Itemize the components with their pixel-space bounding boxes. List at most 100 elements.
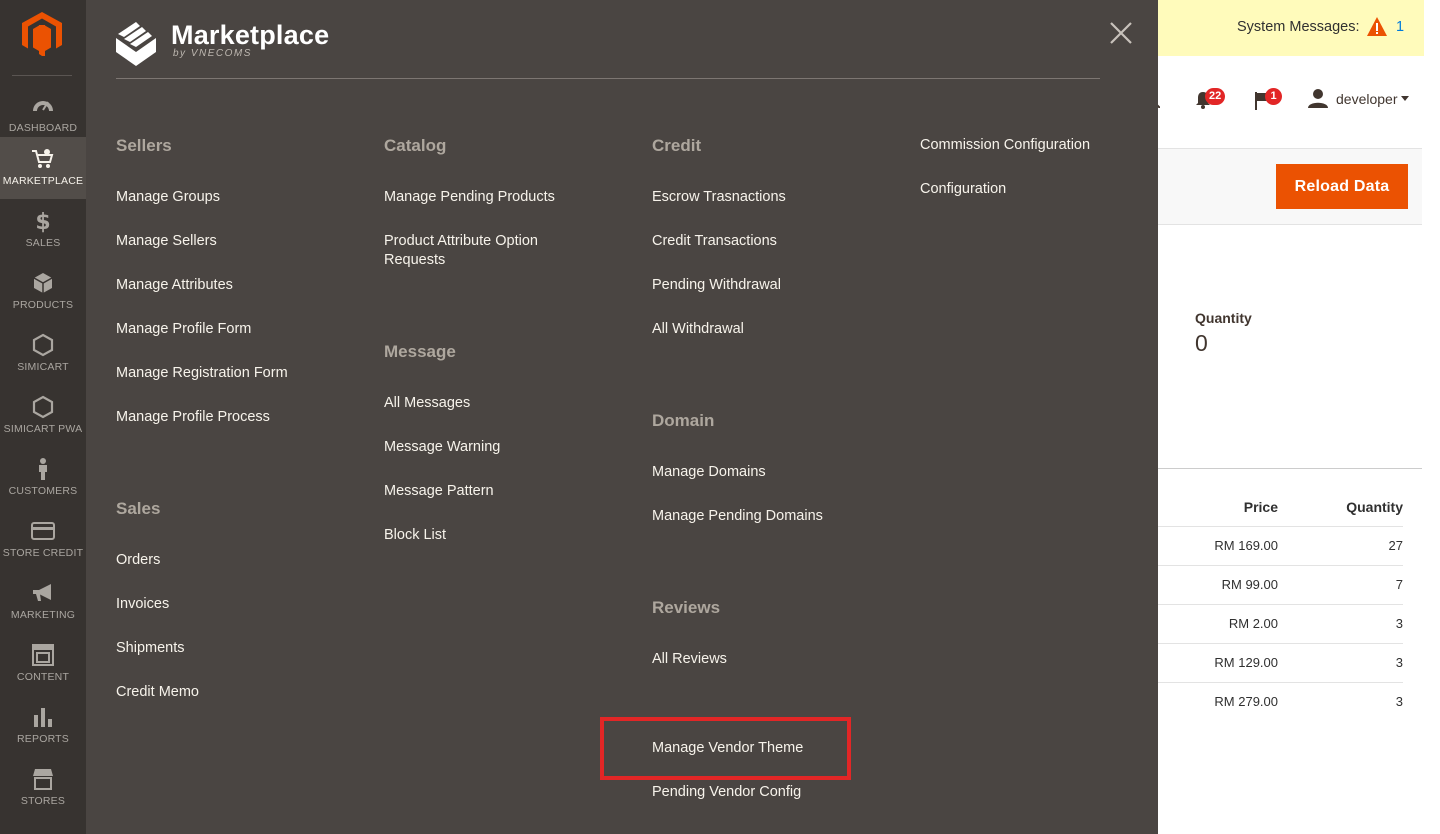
menu-link-pending-vendor-config[interactable]: Pending Vendor Config [652,783,872,802]
menu-link-commission-configuration[interactable]: Commission Configuration [920,136,1120,155]
menu-link-message-warning[interactable]: Message Warning [384,438,604,457]
system-messages-count[interactable]: 1 [1396,19,1404,35]
menu-link-manage-pending-products[interactable]: Manage Pending Products [384,188,604,207]
menu-link-block-list[interactable]: Block List [384,526,604,545]
dollar-icon: $ [35,210,50,233]
price-cell: RM 99.00 [1221,577,1278,592]
section-title-message: Message [384,342,456,361]
menu-link-manage-pending-domains[interactable]: Manage Pending Domains [652,507,872,526]
menu-link-manage-sellers[interactable]: Manage Sellers [116,232,356,251]
menu-link-shipments[interactable]: Shipments [116,639,356,658]
sidebar-item-label: STORES [20,795,66,807]
menu-link-orders[interactable]: Orders [116,551,356,570]
panel-divider [116,78,1100,79]
panel-subtitle: by VNECOMS [173,48,252,59]
sidebar-item-label: CUSTOMERS [8,485,78,497]
sidebar-item-reports[interactable]: REPORTS [0,695,86,757]
menu-link-escrow-transactions[interactable]: Escrow Trasnactions [652,188,872,207]
menu-link-credit-transactions[interactable]: Credit Transactions [652,232,872,251]
menu-link-manage-attributes[interactable]: Manage Attributes [116,276,356,295]
price-cell: RM 279.00 [1214,694,1278,709]
sidebar-item-store-credit[interactable]: STORE CREDIT [0,509,86,571]
bar-chart-icon [34,708,52,727]
sidebar-item-stores[interactable]: STORES [0,757,86,819]
menu-link-manage-profile-process[interactable]: Manage Profile Process [116,408,356,427]
quantity-cell: 3 [1395,616,1403,631]
sidebar-item-simicart-pwa[interactable]: SIMICART PWA [0,385,86,447]
sidebar-item-content[interactable]: CONTENT [0,633,86,695]
section-title-domain: Domain [652,411,715,430]
close-icon[interactable] [1108,20,1134,46]
sidebar-item-label: CONTENT [16,671,70,683]
megaphone-icon [33,584,51,601]
chevron-down-icon[interactable] [1401,96,1409,101]
table-row[interactable]: RM 169.00 27 [1158,526,1403,565]
price-cell: RM 169.00 [1214,538,1278,553]
sidebar-item-simicart[interactable]: SIMICART [0,323,86,385]
menu-link-manage-profile-form[interactable]: Manage Profile Form [116,320,356,339]
section-divider [1158,468,1422,469]
sidebar-item-label: MARKETPLACE [2,175,84,187]
menu-link-manage-registration-form[interactable]: Manage Registration Form [116,364,356,383]
reload-data-button[interactable]: Reload Data [1276,164,1408,209]
quantity-cell: 3 [1395,694,1403,709]
table-row[interactable]: RM 279.00 3 [1158,682,1403,721]
quantity-stat-value: 0 [1195,330,1208,356]
sidebar-item-customers[interactable]: CUSTOMERS [0,447,86,509]
sidebar-item-label: SIMICART [17,361,69,373]
hexagon-icon [32,333,54,357]
sidebar-item-marketplace[interactable]: MARKETPLACE [0,137,86,199]
menu-link-product-attribute-option-requests[interactable]: Product Attribute Option Requests [384,232,584,270]
svg-text:$: $ [35,210,50,233]
logo-divider [12,75,72,76]
quantity-cell: 3 [1395,655,1403,670]
box-icon [33,273,53,293]
menu-link-manage-domains[interactable]: Manage Domains [652,463,872,482]
menu-link-all-reviews[interactable]: All Reviews [652,650,872,669]
menu-link-all-messages[interactable]: All Messages [384,394,604,413]
credit-card-icon [31,522,55,540]
panel-title: Marketplace [171,20,330,50]
dashboard-icon [33,101,53,111]
menu-link-all-withdrawal[interactable]: All Withdrawal [652,320,872,339]
sidebar-item-label: MARKETING [10,609,76,621]
user-menu-name[interactable]: developer [1336,91,1398,107]
page-scrollbar[interactable] [1424,0,1440,834]
section-title-reviews: Reviews [652,598,721,617]
quantity-stat-label: Quantity [1195,310,1252,326]
table-row[interactable]: RM 129.00 3 [1158,643,1403,682]
store-icon [33,769,53,790]
sidebar-item-label: SIMICART PWA [3,423,83,435]
vnecoms-logo-icon [116,22,156,66]
sidebar-item-marketing[interactable]: MARKETING [0,571,86,633]
sidebar-item-label: REPORTS [17,733,69,745]
sidebar-item-sales[interactable]: $ SALES [0,199,86,261]
hexagon-icon [32,395,54,419]
column-header-price[interactable]: Price [1244,499,1278,515]
quantity-cell: 27 [1388,538,1403,553]
layout-icon [32,644,54,666]
system-messages-bar: System Messages: 1 [1158,0,1424,56]
sidebar-item-label: SALES [25,237,61,249]
menu-link-message-pattern[interactable]: Message Pattern [384,482,604,501]
menu-link-configuration[interactable]: Configuration [920,180,1120,199]
price-cell: RM 2.00 [1228,616,1278,631]
sidebar-item-products[interactable]: PRODUCTS [0,261,86,323]
menu-link-invoices[interactable]: Invoices [116,595,356,614]
price-cell: RM 129.00 [1214,655,1278,670]
menu-link-manage-groups[interactable]: Manage Groups [116,188,356,207]
warning-icon [1367,17,1387,36]
table-row[interactable]: RM 2.00 3 [1158,604,1403,643]
admin-sidebar: DASHBOARD MARKETPLACE $ SALES PRODUCTS S… [0,0,86,834]
cart-gear-icon [32,149,54,168]
menu-link-credit-memo[interactable]: Credit Memo [116,683,356,702]
quantity-cell: 7 [1395,577,1403,592]
marketplace-menu-panel: Marketplace by VNECOMS Sellers Manage Gr… [86,0,1158,834]
menu-link-pending-withdrawal[interactable]: Pending Withdrawal [652,276,872,295]
notifications-badge: 22 [1205,88,1226,105]
column-header-quantity[interactable]: Quantity [1346,499,1403,515]
table-row[interactable]: RM 99.00 7 [1158,565,1403,604]
system-messages-label: System Messages: [1237,19,1360,35]
magento-logo-icon[interactable] [22,12,62,56]
user-icon[interactable] [1308,88,1328,108]
